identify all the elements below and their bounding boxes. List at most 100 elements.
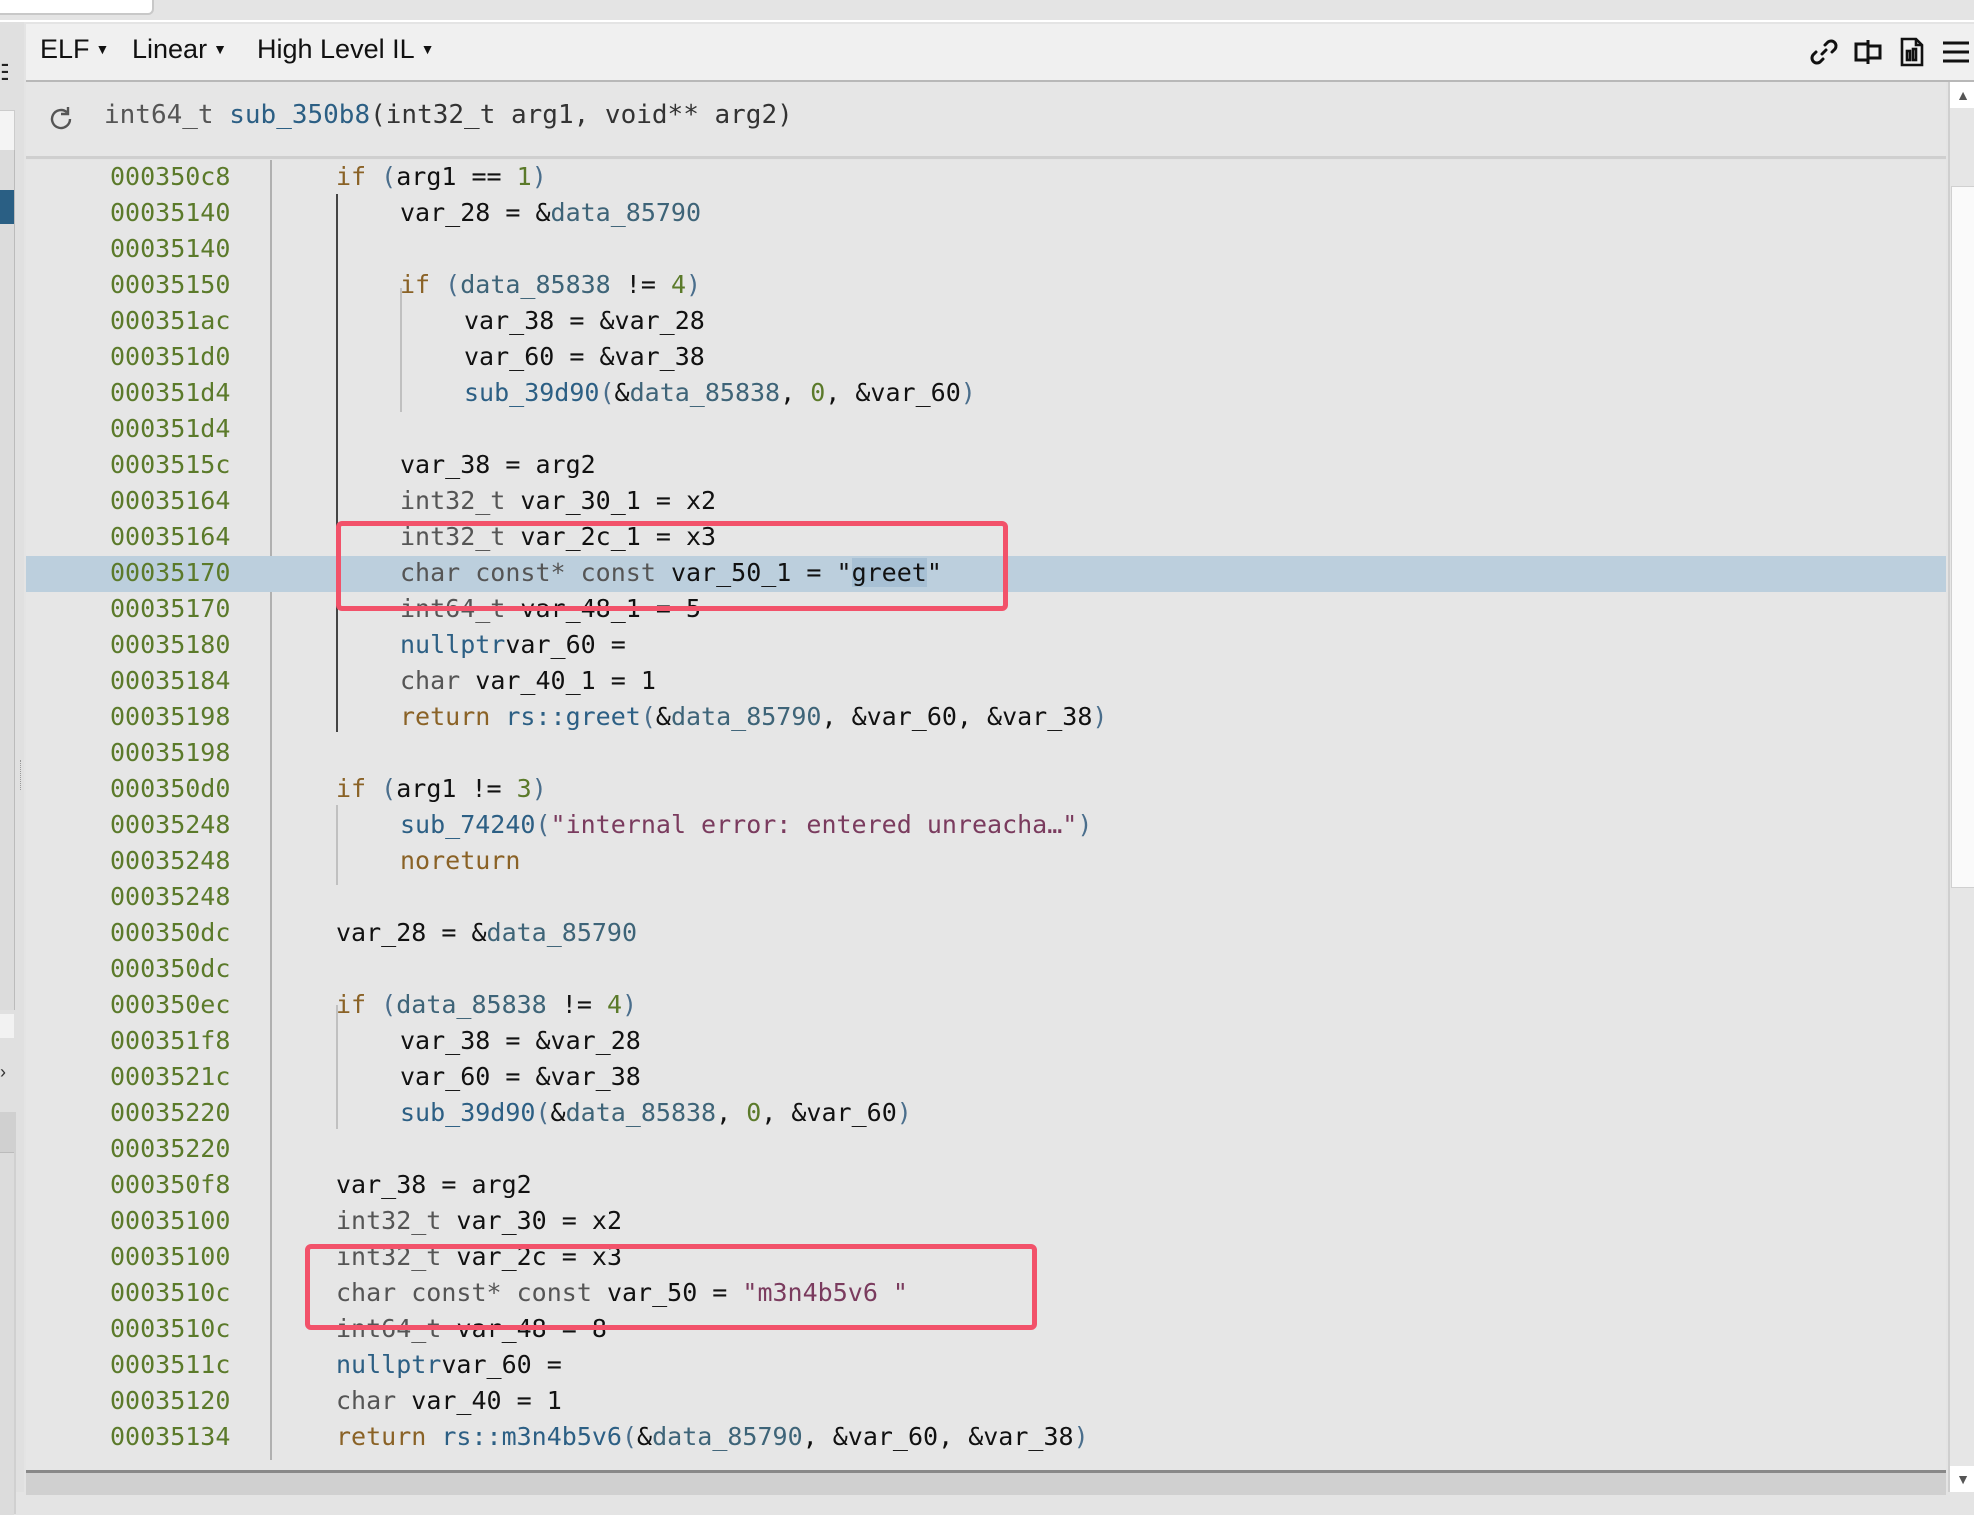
code-statement[interactable]: return rs::greet(&data_85790, &var_60, &…: [400, 702, 1107, 731]
code-line[interactable]: 000351d4: [26, 412, 1946, 448]
window-tab[interactable]: [0, 0, 154, 15]
data-symbol-token[interactable]: data_85790: [652, 1422, 803, 1451]
code-line[interactable]: 00035150 if (data_85838 != 4): [26, 268, 1946, 304]
sidebar-scroll-arrow[interactable]: [0, 1014, 14, 1038]
line-address[interactable]: 00035140: [110, 234, 230, 263]
sidebar-selected-item[interactable]: [0, 190, 14, 224]
code-line[interactable]: 0003511c nullptrvar_60 =: [26, 1348, 1946, 1384]
line-address[interactable]: 00035248: [110, 846, 230, 875]
code-line[interactable]: 00035180 nullptrvar_60 =: [26, 628, 1946, 664]
code-statement[interactable]: var_60 = &var_38: [464, 342, 705, 371]
code-statement[interactable]: char var_40_1 = 1: [400, 666, 656, 695]
function-token[interactable]: sub_39d90: [400, 1098, 535, 1127]
function-token[interactable]: rs::greet: [505, 702, 640, 731]
code-statement[interactable]: int32_t var_30_1 = x2: [400, 486, 716, 515]
chevron-right-icon[interactable]: ›: [0, 1062, 6, 1083]
code-line[interactable]: 00035120 char var_40 = 1: [26, 1384, 1946, 1420]
code-statement[interactable]: var_28 = &data_85790: [336, 918, 637, 947]
link-icon[interactable]: [1808, 36, 1840, 68]
code-statement[interactable]: var_38 = arg2: [336, 1170, 532, 1199]
code-line[interactable]: 00035140 var_28 = &data_85790: [26, 196, 1946, 232]
line-address[interactable]: 000350c8: [110, 162, 230, 191]
line-address[interactable]: 00035198: [110, 702, 230, 731]
panel-splitter-handle[interactable]: [20, 760, 24, 790]
code-statement[interactable]: var_60 = &var_38: [400, 1062, 641, 1091]
data-symbol-token[interactable]: data_85790: [487, 918, 638, 947]
code-statement[interactable]: var_38 = &var_28: [464, 306, 705, 335]
data-symbol-token[interactable]: data_85838: [460, 270, 611, 299]
code-statement[interactable]: if (arg1 == 1): [336, 162, 547, 191]
sidebar-lower-list[interactable]: [0, 1152, 14, 1515]
code-statement[interactable]: nullptrvar_60 =: [400, 630, 641, 659]
scrollbar-thumb[interactable]: [1951, 186, 1974, 888]
line-address[interactable]: 00035198: [110, 738, 230, 767]
code-line[interactable]: 00035248 noreturn: [26, 844, 1946, 880]
line-address[interactable]: 00035184: [110, 666, 230, 695]
refresh-icon[interactable]: [46, 104, 76, 134]
code-statement[interactable]: var_28 = &data_85790: [400, 198, 701, 227]
code-statement[interactable]: if (arg1 != 3): [336, 774, 547, 803]
code-line[interactable]: 00035198: [26, 736, 1946, 772]
scroll-down-arrow-icon[interactable]: ▼: [1950, 1466, 1974, 1492]
il-level-dropdown[interactable]: High Level IL ▼: [257, 34, 434, 65]
line-address[interactable]: 000351ac: [110, 306, 230, 335]
line-address[interactable]: 00035220: [110, 1098, 230, 1127]
function-signature[interactable]: int64_t sub_350b8(int32_t arg1, void** a…: [104, 100, 793, 130]
line-address[interactable]: 0003515c: [110, 450, 230, 479]
line-address[interactable]: 00035164: [110, 522, 230, 551]
code-line[interactable]: 00035134 return rs::m3n4b5v6(&data_85790,…: [26, 1420, 1946, 1456]
code-line[interactable]: 000350c8 if (arg1 == 1): [26, 160, 1946, 196]
data-symbol-token[interactable]: data_85790: [671, 702, 822, 731]
line-address[interactable]: 00035170: [110, 558, 230, 587]
code-line[interactable]: 000350f8 var_38 = arg2: [26, 1168, 1946, 1204]
code-line[interactable]: 0003521c var_60 = &var_38: [26, 1060, 1946, 1096]
line-address[interactable]: 00035170: [110, 594, 230, 623]
line-address[interactable]: 000350dc: [110, 954, 230, 983]
code-statement[interactable]: int32_t var_30 = x2: [336, 1206, 622, 1235]
line-address[interactable]: 000350d0: [110, 774, 230, 803]
code-line[interactable]: 000350dc var_28 = &data_85790: [26, 916, 1946, 952]
line-address[interactable]: 00035100: [110, 1242, 230, 1271]
line-address[interactable]: 0003511c: [110, 1350, 230, 1379]
code-statement[interactable]: noreturn: [400, 846, 520, 875]
function-token[interactable]: sub_39d90: [464, 378, 599, 407]
line-address[interactable]: 000351d0: [110, 342, 230, 371]
code-line[interactable]: 00035248: [26, 880, 1946, 916]
code-statement[interactable]: sub_39d90(&data_85838, 0, &var_60): [400, 1098, 912, 1127]
code-statement[interactable]: var_38 = &var_28: [400, 1026, 641, 1055]
code-statement[interactable]: char var_40 = 1: [336, 1386, 562, 1415]
data-symbol-token[interactable]: data_85838: [630, 378, 781, 407]
data-symbol-token[interactable]: data_85838: [396, 990, 547, 1019]
layout-dropdown[interactable]: Linear ▼: [132, 34, 227, 65]
code-line[interactable]: 00035140: [26, 232, 1946, 268]
code-line[interactable]: 00035100 int32_t var_30 = x2: [26, 1204, 1946, 1240]
view-type-dropdown[interactable]: ELF ▼: [40, 34, 109, 65]
function-token[interactable]: rs::m3n4b5v6: [441, 1422, 622, 1451]
line-address[interactable]: 00035248: [110, 810, 230, 839]
hamburger-menu-icon[interactable]: [1940, 36, 1972, 68]
line-address[interactable]: 0003510c: [110, 1314, 230, 1343]
horizontal-scrollbar[interactable]: [26, 1470, 1946, 1495]
line-address[interactable]: 00035180: [110, 630, 230, 659]
code-line[interactable]: 000351ac var_38 = &var_28: [26, 304, 1946, 340]
code-statement[interactable]: return rs::m3n4b5v6(&data_85790, &var_60…: [336, 1422, 1089, 1451]
sidebar-symbol-list[interactable]: [0, 150, 15, 1010]
code-view[interactable]: 000350c8 if (arg1 == 1) 00035140 var_28 = &…: [26, 160, 1946, 1470]
line-address[interactable]: 00035140: [110, 198, 230, 227]
code-statement[interactable]: sub_39d90(&data_85838, 0, &var_60): [464, 378, 976, 407]
code-line[interactable]: 00035220: [26, 1132, 1946, 1168]
line-address[interactable]: 000350dc: [110, 918, 230, 947]
sidebar-menu-icon[interactable]: ☰: [0, 58, 8, 88]
line-address[interactable]: 00035220: [110, 1134, 230, 1163]
line-address[interactable]: 000351f8: [110, 1026, 230, 1055]
code-statement[interactable]: if (data_85838 != 4): [400, 270, 701, 299]
line-address[interactable]: 00035150: [110, 270, 230, 299]
line-address[interactable]: 0003521c: [110, 1062, 230, 1091]
code-statement[interactable]: sub_74240("internal error: entered unrea…: [400, 810, 1092, 839]
line-address[interactable]: 00035100: [110, 1206, 230, 1235]
code-line[interactable]: 000350ec if (data_85838 != 4): [26, 988, 1946, 1024]
function-token[interactable]: sub_74240: [400, 810, 535, 839]
code-statement[interactable]: nullptrvar_60 =: [336, 1350, 577, 1379]
line-address[interactable]: 00035164: [110, 486, 230, 515]
line-address[interactable]: 0003510c: [110, 1278, 230, 1307]
